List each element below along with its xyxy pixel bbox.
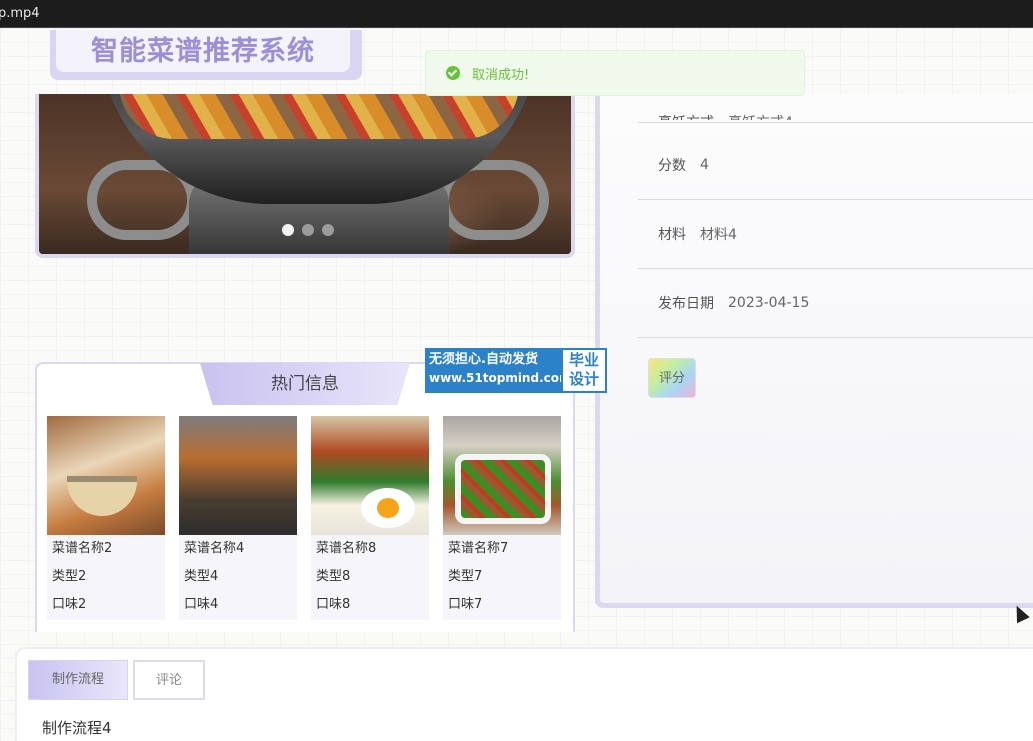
success-toast: 取消成功! xyxy=(425,50,805,96)
plate-shape xyxy=(455,454,551,524)
detail-label: 烹饪方式 xyxy=(658,115,714,131)
detail-value: 材料4 xyxy=(700,227,737,243)
recipe-name: 菜谱名称7 xyxy=(448,541,509,556)
check-circle-icon xyxy=(446,66,460,80)
watermark-text: 无须担心.自动发货 www.51topmind.com xyxy=(425,348,572,393)
toast-message: 取消成功! xyxy=(472,67,530,83)
watermark-badge-line2: 设计 xyxy=(568,370,599,388)
detail-row-score: 分数 4 xyxy=(638,131,1033,200)
recipe-taste: 口味4 xyxy=(184,597,219,612)
rate-button[interactable]: 评分 xyxy=(648,358,696,398)
egg-shape xyxy=(361,488,415,528)
hot-info-section: 热门信息 菜谱名称2 类型2 口味2 菜谱名称4 类型4 口味4 菜谱名称8 类… xyxy=(35,362,575,632)
hot-info-title: 热门信息 xyxy=(200,363,410,405)
recipe-name: 菜谱名称8 xyxy=(316,541,377,556)
recipe-image[interactable] xyxy=(47,416,165,535)
carousel-dot-2[interactable] xyxy=(302,224,314,236)
tab-content: 制作流程4 xyxy=(42,719,112,737)
tab-comments[interactable]: 评论 xyxy=(133,660,205,700)
recipe-card[interactable]: 菜谱名称8 类型8 口味8 xyxy=(311,416,429,620)
watermark-banner: 无须担心.自动发货 www.51topmind.com 毕业 设计 xyxy=(425,348,607,393)
recipe-taste: 口味7 xyxy=(448,597,483,612)
recipe-type: 类型8 xyxy=(316,569,351,584)
watermark-badge-line1: 毕业 xyxy=(568,351,599,369)
recipe-image[interactable] xyxy=(311,416,429,535)
recipe-detail-panel: 烹饪方式 烹饪方式4 分数 4 材料 材料4 发布日期 2023-04-15 评… xyxy=(595,94,1033,608)
recipe-image[interactable] xyxy=(179,416,297,535)
hot-card-list: 菜谱名称2 类型2 口味2 菜谱名称4 类型4 口味4 菜谱名称8 类型8 口味… xyxy=(47,416,561,620)
recipe-name: 菜谱名称2 xyxy=(52,541,113,556)
recipe-type: 类型4 xyxy=(184,569,219,584)
carousel-dot-1[interactable] xyxy=(282,224,294,236)
recipe-image[interactable] xyxy=(443,416,561,535)
recipe-taste: 口味8 xyxy=(316,597,351,612)
detail-value: 烹饪方式4 xyxy=(728,115,793,131)
window-title: p.mp4 xyxy=(0,6,40,21)
wok-food xyxy=(119,94,519,139)
watermark-url: www.51topmind.com xyxy=(429,371,572,385)
window-titlebar: p.mp4 xyxy=(0,0,1033,28)
watermark-badge: 毕业 设计 xyxy=(561,348,607,393)
carousel-dot-3[interactable] xyxy=(322,224,334,236)
detail-row-ingredients: 材料 材料4 xyxy=(638,200,1033,269)
recipe-type: 类型2 xyxy=(52,569,87,584)
recipe-card[interactable]: 菜谱名称7 类型7 口味7 xyxy=(443,416,561,620)
detail-row-publish-date: 发布日期 2023-04-15 xyxy=(638,269,1033,338)
detail-value: 2023-04-15 xyxy=(728,295,810,311)
recipe-type: 类型7 xyxy=(448,569,483,584)
recipe-card[interactable]: 菜谱名称4 类型4 口味4 xyxy=(179,416,297,620)
detail-label: 发布日期 xyxy=(658,296,714,312)
bowl-shape xyxy=(67,476,137,516)
recipe-name: 菜谱名称4 xyxy=(184,541,245,556)
recipe-card[interactable]: 菜谱名称2 类型2 口味2 xyxy=(47,416,165,620)
carousel-indicators xyxy=(282,224,334,236)
watermark-line1: 无须担心.自动发货 xyxy=(429,352,538,367)
tabs-panel: 制作流程 评论 制作流程4 xyxy=(15,647,1033,741)
system-title: 智能菜谱推荐系统 xyxy=(56,30,350,72)
detail-label: 分数 xyxy=(658,158,686,174)
recipe-carousel[interactable] xyxy=(35,94,575,258)
tab-process[interactable]: 制作流程 xyxy=(28,660,128,700)
recipe-taste: 口味2 xyxy=(52,597,87,612)
detail-label: 材料 xyxy=(658,227,686,243)
detail-value: 4 xyxy=(700,157,709,173)
